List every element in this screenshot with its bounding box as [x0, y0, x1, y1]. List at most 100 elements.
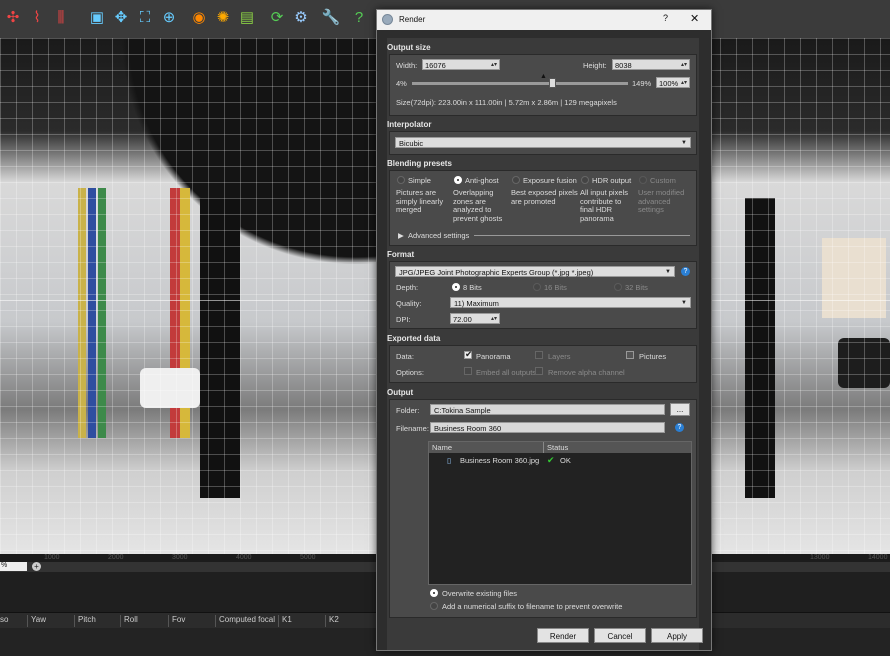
blend-simple-radio[interactable] — [397, 176, 405, 184]
col-header[interactable]: so — [0, 615, 8, 627]
center-icon[interactable]: ⊕ — [158, 6, 180, 28]
blending-title: Blending presets — [387, 159, 452, 168]
depth-32-radio — [614, 283, 622, 291]
filename-help-icon[interactable]: ? — [675, 423, 684, 432]
height-input[interactable]: 8038 ▴▾ — [612, 59, 690, 70]
col-header[interactable]: Fov — [168, 615, 185, 627]
dpi-value: 72.00 — [453, 315, 472, 324]
close-icon[interactable]: ✕ — [690, 12, 699, 25]
folder-input[interactable]: C:Tokina Sample — [430, 404, 665, 415]
folder-label: Folder: — [396, 406, 420, 415]
browse-folder-button[interactable]: ... — [670, 403, 690, 416]
fit-icon[interactable]: ⛶ — [134, 6, 156, 28]
col-header[interactable]: K1 — [278, 615, 292, 627]
output-panel: Folder: C:Tokina Sample ... Filename: Bu… — [389, 399, 697, 618]
verticals-icon[interactable]: ⫼ — [50, 6, 72, 28]
ruler-tick: 1000 — [44, 554, 60, 561]
file-status: OK — [560, 456, 571, 465]
panorama-checkbox[interactable] — [464, 349, 473, 360]
depth-8-label[interactable]: 8 Bits — [463, 283, 482, 292]
scale-percent-input[interactable]: 100% ▴▾ — [656, 77, 690, 88]
horizon-icon[interactable]: ⌇ — [26, 6, 48, 28]
suffix-label[interactable]: Add a numerical suffix to filename to pr… — [442, 602, 622, 611]
viewer-icon[interactable]: ▣ — [86, 6, 108, 28]
layers-checkbox — [535, 351, 543, 359]
format-help-icon[interactable]: ? — [681, 267, 690, 276]
help-icon[interactable]: ? — [348, 6, 370, 28]
auto-icon[interactable]: ◉ — [188, 6, 210, 28]
move-icon[interactable]: ✥ — [110, 6, 132, 28]
blend-custom-radio — [639, 176, 647, 184]
col-divider — [543, 442, 544, 453]
control-points-icon[interactable]: ✣ — [2, 6, 24, 28]
layers-icon[interactable]: ▤ — [236, 6, 258, 28]
zoom-input[interactable]: % — [0, 562, 27, 571]
render-icon[interactable]: ⟳ — [266, 6, 288, 28]
remove-alpha-checkbox — [535, 367, 543, 375]
blend-exposure-label[interactable]: Exposure fusion — [523, 176, 577, 185]
blend-exposure-radio[interactable] — [512, 176, 520, 184]
color-icon[interactable]: ✺ — [212, 6, 234, 28]
embed-checkbox — [464, 367, 472, 375]
col-header[interactable]: Computed focal — [215, 615, 275, 627]
render-button[interactable]: Render — [537, 628, 589, 643]
zoom-in-icon[interactable]: + — [32, 562, 41, 571]
file-row[interactable]: ▯ Business Room 360.jpg ✔ OK — [429, 455, 691, 466]
col-header[interactable]: K2 — [325, 615, 339, 627]
expand-triangle-icon[interactable]: ▶ — [398, 231, 404, 240]
chevron-down-icon: ▼ — [665, 269, 671, 275]
blend-hdr-radio[interactable] — [581, 176, 589, 184]
ruler-tick: 14000 — [868, 554, 888, 561]
blend-hdr-desc: All input pixels contribute to final HDR… — [580, 188, 628, 223]
spin-arrows-icon[interactable]: ▴▾ — [491, 314, 497, 325]
width-label: Width: — [396, 61, 418, 70]
size-info: Size(72dpi): 223.00in x 111.00in | 5.72m… — [396, 98, 617, 107]
blend-antighost-radio[interactable] — [454, 176, 462, 184]
apply-button[interactable]: Apply — [651, 628, 703, 643]
height-value: 8038 — [615, 61, 632, 70]
dpi-input[interactable]: 72.00 ▴▾ — [450, 313, 500, 324]
wrench-icon[interactable]: 🔧 — [320, 6, 342, 28]
col-header[interactable]: Roll — [120, 615, 138, 627]
settings-icon[interactable]: ⚙ — [290, 6, 312, 28]
dpi-label: DPI: — [396, 315, 411, 324]
quality-select[interactable]: 11) Maximum ▼ — [450, 297, 691, 308]
filename-label: Filename: — [396, 424, 429, 433]
spin-arrows-icon[interactable]: ▴▾ — [681, 78, 687, 89]
format-select[interactable]: JPG/JPEG Joint Photographic Experts Grou… — [395, 266, 675, 277]
depth-8-radio[interactable] — [452, 283, 460, 291]
data-label: Data: — [396, 352, 414, 361]
blend-simple-desc: Pictures are simply linearly merged — [396, 188, 444, 214]
width-value: 16076 — [425, 61, 446, 70]
blend-simple-label[interactable]: Simple — [408, 176, 431, 185]
spin-arrows-icon[interactable]: ▴▾ — [681, 60, 687, 71]
col-header[interactable]: Yaw — [27, 615, 46, 627]
blend-hdr-label[interactable]: HDR output — [592, 176, 631, 185]
dialog-help-button[interactable]: ? — [663, 13, 668, 23]
output-title: Output — [387, 388, 414, 397]
advanced-settings-toggle[interactable]: Advanced settings — [408, 231, 469, 240]
interpolator-panel: Bicubic ▼ — [389, 131, 697, 155]
pictures-checkbox[interactable] — [626, 351, 634, 359]
blend-antighost-label[interactable]: Anti-ghost — [465, 176, 499, 185]
filename-input[interactable]: Business Room 360 — [430, 422, 665, 433]
panorama-label[interactable]: Panorama — [476, 352, 511, 361]
scale-slider-thumb[interactable] — [549, 78, 556, 88]
overwrite-label[interactable]: Overwrite existing files — [442, 589, 517, 598]
format-value: JPG/JPEG Joint Photographic Experts Grou… — [399, 268, 594, 277]
col-header[interactable]: Pitch — [74, 615, 96, 627]
col-name-header[interactable]: Name — [432, 443, 452, 452]
histogram-marker: ▲ — [540, 73, 547, 80]
scale-slider[interactable] — [412, 82, 628, 85]
dialog-titlebar[interactable]: Render ? ✕ — [377, 10, 711, 30]
width-input[interactable]: 16076 ▴▾ — [422, 59, 500, 70]
interpolator-select[interactable]: Bicubic ▼ — [395, 137, 691, 148]
overwrite-radio[interactable] — [430, 589, 438, 597]
col-status-header[interactable]: Status — [547, 443, 568, 452]
cancel-button[interactable]: Cancel — [594, 628, 646, 643]
render-app-icon — [382, 14, 393, 25]
output-file-list[interactable]: Name Status ▯ Business Room 360.jpg ✔ OK — [428, 441, 692, 585]
suffix-radio[interactable] — [430, 602, 438, 610]
pictures-label[interactable]: Pictures — [639, 352, 666, 361]
spin-arrows-icon[interactable]: ▴▾ — [491, 60, 497, 71]
